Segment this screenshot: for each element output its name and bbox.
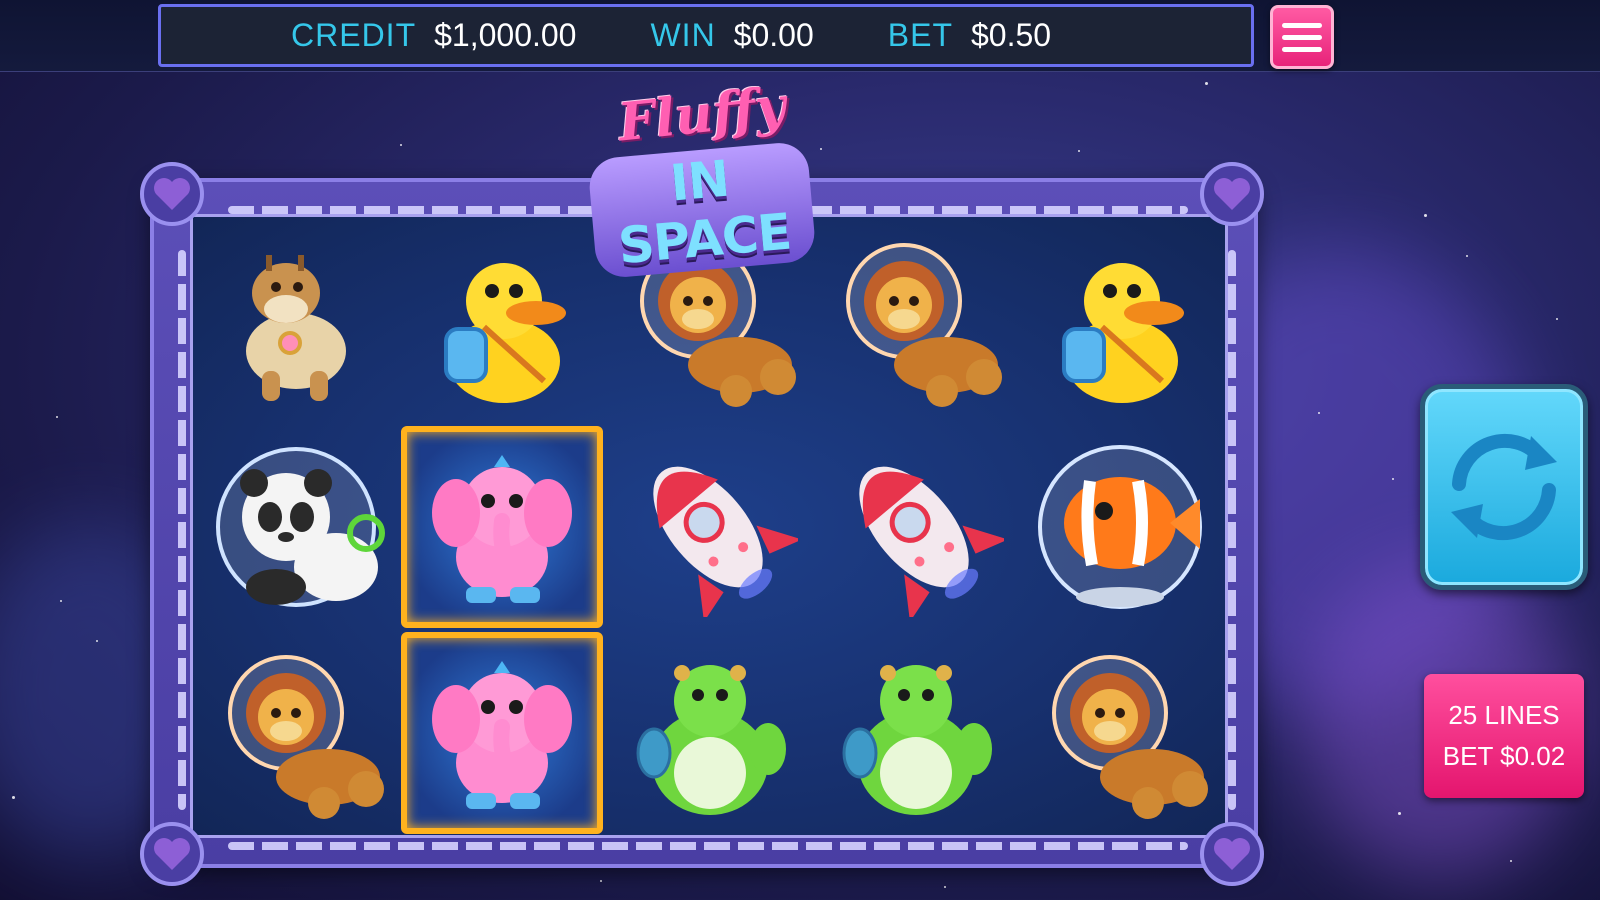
logo-title-line1: Fluffy xyxy=(615,75,789,154)
win-label: WIN xyxy=(650,17,716,53)
reel-cell xyxy=(811,218,1017,424)
win-value: $0.00 xyxy=(733,17,814,53)
elephant-symbol-icon xyxy=(432,661,572,809)
frame-rail-right xyxy=(1228,250,1236,810)
hamburger-menu-icon-bar xyxy=(1282,46,1322,52)
frame-rail-bottom xyxy=(228,842,1188,850)
giraffe-symbol-icon xyxy=(246,255,346,401)
reel-cell xyxy=(193,424,399,630)
credit-display: CREDIT $1,000.00 xyxy=(291,17,576,54)
menu-button[interactable] xyxy=(1270,5,1334,69)
clownfish-symbol-icon xyxy=(1038,445,1202,609)
win-display: WIN $0.00 xyxy=(650,17,813,54)
reel-cell xyxy=(1017,424,1223,630)
lines-bet-button[interactable]: 25 LINES BET $0.02 xyxy=(1424,674,1584,798)
duck-symbol-icon xyxy=(1062,263,1184,403)
spin-button[interactable] xyxy=(1420,384,1588,590)
turtle-symbol-icon xyxy=(842,665,992,815)
reel-cell xyxy=(811,424,1017,630)
reel-cell xyxy=(1017,630,1223,836)
turtle-symbol-icon xyxy=(636,665,786,815)
bet-value: $0.50 xyxy=(970,17,1052,53)
panda-symbol-icon xyxy=(216,447,385,607)
lion-symbol-icon xyxy=(1052,655,1208,819)
hud-panel: CREDIT $1,000.00 WIN $0.00 BET $0.50 xyxy=(158,4,1254,67)
reel-cell xyxy=(811,630,1017,836)
credit-value: $1,000.00 xyxy=(434,17,577,53)
game-logo: Fluffy IN SPACE xyxy=(587,72,817,280)
bet-label: BET xyxy=(887,17,953,53)
lines-count-label: 25 LINES xyxy=(1448,700,1560,730)
top-bar: CREDIT $1,000.00 WIN $0.00 BET $0.50 xyxy=(0,0,1600,72)
line-bet-label: BET $0.02 xyxy=(1442,741,1566,771)
reel-cell xyxy=(401,426,603,628)
reel-cell xyxy=(193,630,399,836)
lion-symbol-icon xyxy=(846,243,1002,407)
credit-label: CREDIT xyxy=(291,17,417,53)
bet-display: BET $0.50 xyxy=(888,17,1051,54)
reel-cell xyxy=(1017,218,1223,424)
rocket-symbol-icon xyxy=(653,466,798,617)
reel-cell xyxy=(605,630,811,836)
reel-cell xyxy=(193,218,399,424)
spin-arrows-icon xyxy=(1451,433,1557,541)
elephant-symbol-icon xyxy=(432,455,572,603)
frame-rail-left xyxy=(178,250,186,810)
rocket-symbol-icon xyxy=(859,466,1004,617)
hamburger-menu-icon xyxy=(1282,22,1322,28)
hamburger-menu-icon-bar xyxy=(1282,34,1322,40)
lion-symbol-icon xyxy=(228,655,384,819)
reel-cell xyxy=(401,632,603,834)
reel-grid xyxy=(193,218,1225,836)
duck-symbol-icon xyxy=(444,263,566,403)
logo-title-line2: IN SPACE xyxy=(587,140,817,280)
reel-cell xyxy=(605,424,811,630)
reel-cell xyxy=(399,218,605,424)
